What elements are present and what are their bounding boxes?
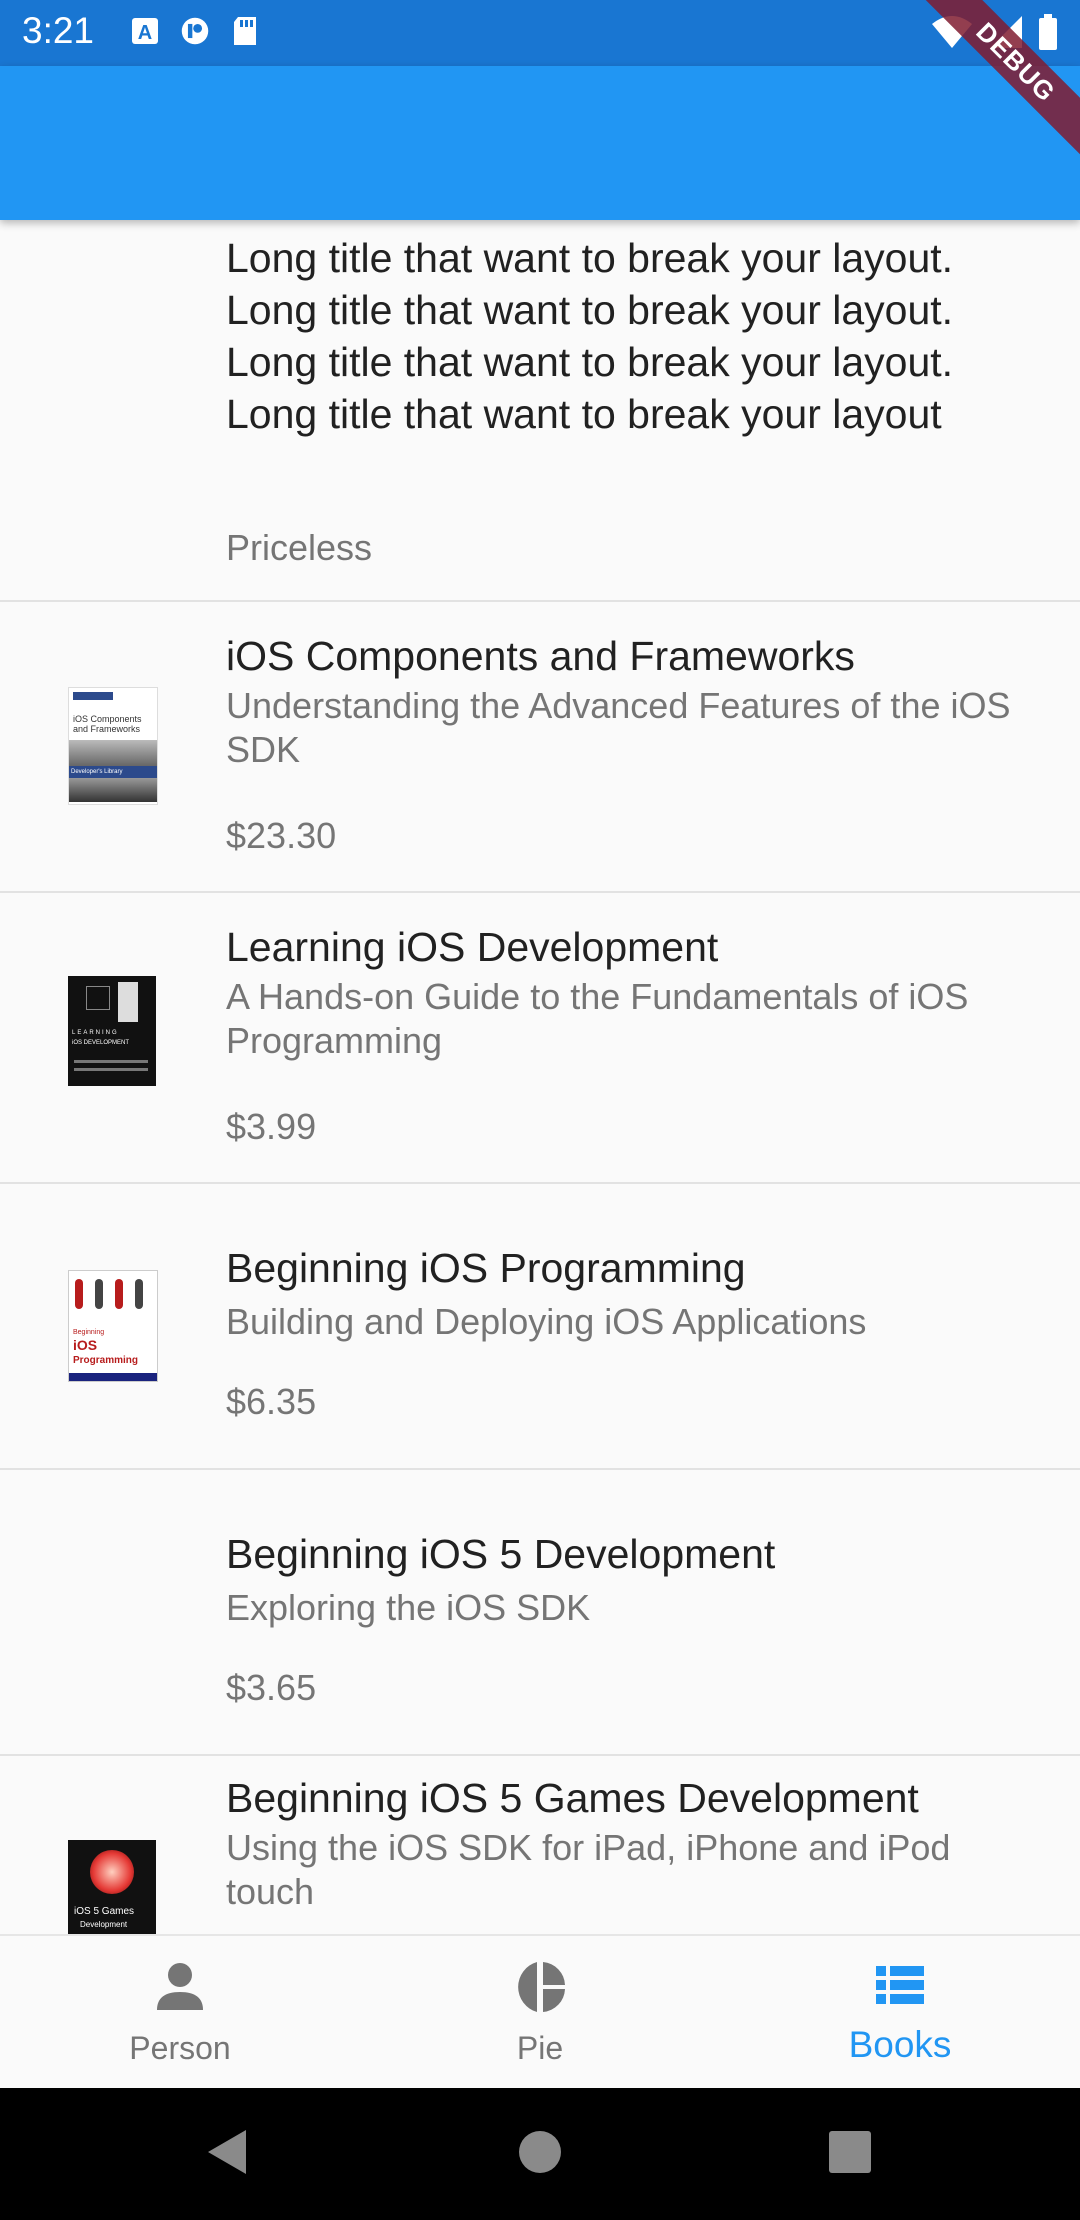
book-list[interactable]: Long title that want to break your layou…: [0, 220, 1080, 1934]
cover-title: iOS Components: [73, 714, 142, 724]
book-subtitle: Understanding the Advanced Features of t…: [226, 685, 1011, 770]
nav-item-person[interactable]: Person: [0, 1936, 360, 2090]
nav-label-person: Person: [129, 2030, 231, 2066]
list-icon: [876, 1966, 924, 2004]
book-title: Long title that want to break your layou…: [226, 235, 954, 437]
nav-item-books[interactable]: Books: [720, 1936, 1080, 2090]
signal-icon: [990, 16, 1022, 48]
status-icons-left: A: [130, 14, 260, 48]
book-price: $3.99: [226, 1106, 317, 1147]
book-list-item[interactable]: Long title that want to break your layou…: [0, 220, 1080, 602]
a-icon: A: [132, 18, 158, 44]
person-icon: [157, 1963, 203, 2010]
book-list-item[interactable]: Beginning iOS Programming Beginning iOS …: [0, 1184, 1080, 1470]
book-title: iOS Components and Frameworks: [226, 633, 855, 679]
svg-text:A: A: [138, 22, 152, 44]
book-list-item[interactable]: Beginning iOS 5 Development Exploring th…: [0, 1470, 1080, 1756]
book-subtitle: A Hands-on Guide to the Fundamentals of …: [226, 976, 969, 1061]
status-icons-right: [930, 14, 1058, 50]
cover-title: Beginning: [73, 1329, 105, 1336]
status-time: 3:21: [22, 10, 95, 51]
cover-title: iOS DEVELOPMENT: [72, 1040, 130, 1046]
battery-icon: [1039, 14, 1057, 50]
book-subtitle: Exploring the iOS SDK: [226, 1587, 591, 1628]
book-cover-image: Beginning iOS Programming: [68, 1270, 158, 1382]
book-list-item[interactable]: iOS Components and Frameworks Developer'…: [0, 602, 1080, 893]
cover-title: LEARNING: [72, 1030, 119, 1036]
app-bar: [0, 66, 1080, 220]
cover-title: iOS: [73, 1337, 98, 1353]
cover-title: Development: [80, 1920, 128, 1929]
book-subtitle: Using the iOS SDK for iPad, iPhone and i…: [226, 1827, 951, 1912]
cover-title: Programming: [73, 1355, 139, 1366]
book-list-item[interactable]: iOS 5 Games Development Beginning iOS 5 …: [0, 1756, 1080, 1934]
status-bar: 3:21 A: [0, 0, 1080, 66]
book-title: Beginning iOS 5 Development: [226, 1531, 776, 1577]
book-title: Beginning iOS Programming: [226, 1245, 746, 1291]
nav-item-pie[interactable]: Pie: [360, 1936, 720, 2090]
book-title: Learning iOS Development: [226, 924, 719, 970]
recents-icon[interactable]: [829, 2131, 871, 2173]
home-icon[interactable]: [518, 2130, 562, 2174]
book-price: $23.30: [226, 815, 337, 856]
book-cover-image: iOS 5 Games Development: [68, 1840, 156, 1934]
cover-title: and Frameworks: [73, 724, 141, 734]
book-subtitle: Building and Deploying iOS Applications: [226, 1301, 867, 1342]
book-cover-image: iOS Components and Frameworks Developer'…: [68, 687, 158, 805]
cover-title: iOS 5 Games: [74, 1906, 135, 1917]
back-icon[interactable]: [204, 2128, 248, 2176]
book-price: Priceless: [226, 527, 373, 568]
book-price: $3.65: [226, 1667, 317, 1708]
nav-label-pie: Pie: [516, 2030, 564, 2066]
nav-label-books: Books: [848, 2024, 952, 2065]
system-navigation-bar: [0, 2088, 1080, 2220]
pie-chart-icon: [518, 1962, 565, 2012]
cover-series: Developer's Library: [69, 766, 157, 778]
book-cover-image: LEARNING iOS DEVELOPMENT: [68, 976, 156, 1086]
record-icon: [181, 17, 209, 45]
book-title: Beginning iOS 5 Games Development: [226, 1775, 919, 1821]
wifi-icon: [932, 16, 972, 48]
sd-card-icon: [234, 17, 256, 45]
book-price: $6.35: [226, 1381, 317, 1422]
bottom-navigation-bar: Person Pie Books: [0, 1934, 1080, 2088]
book-list-item[interactable]: LEARNING iOS DEVELOPMENT Learning iOS De…: [0, 893, 1080, 1184]
